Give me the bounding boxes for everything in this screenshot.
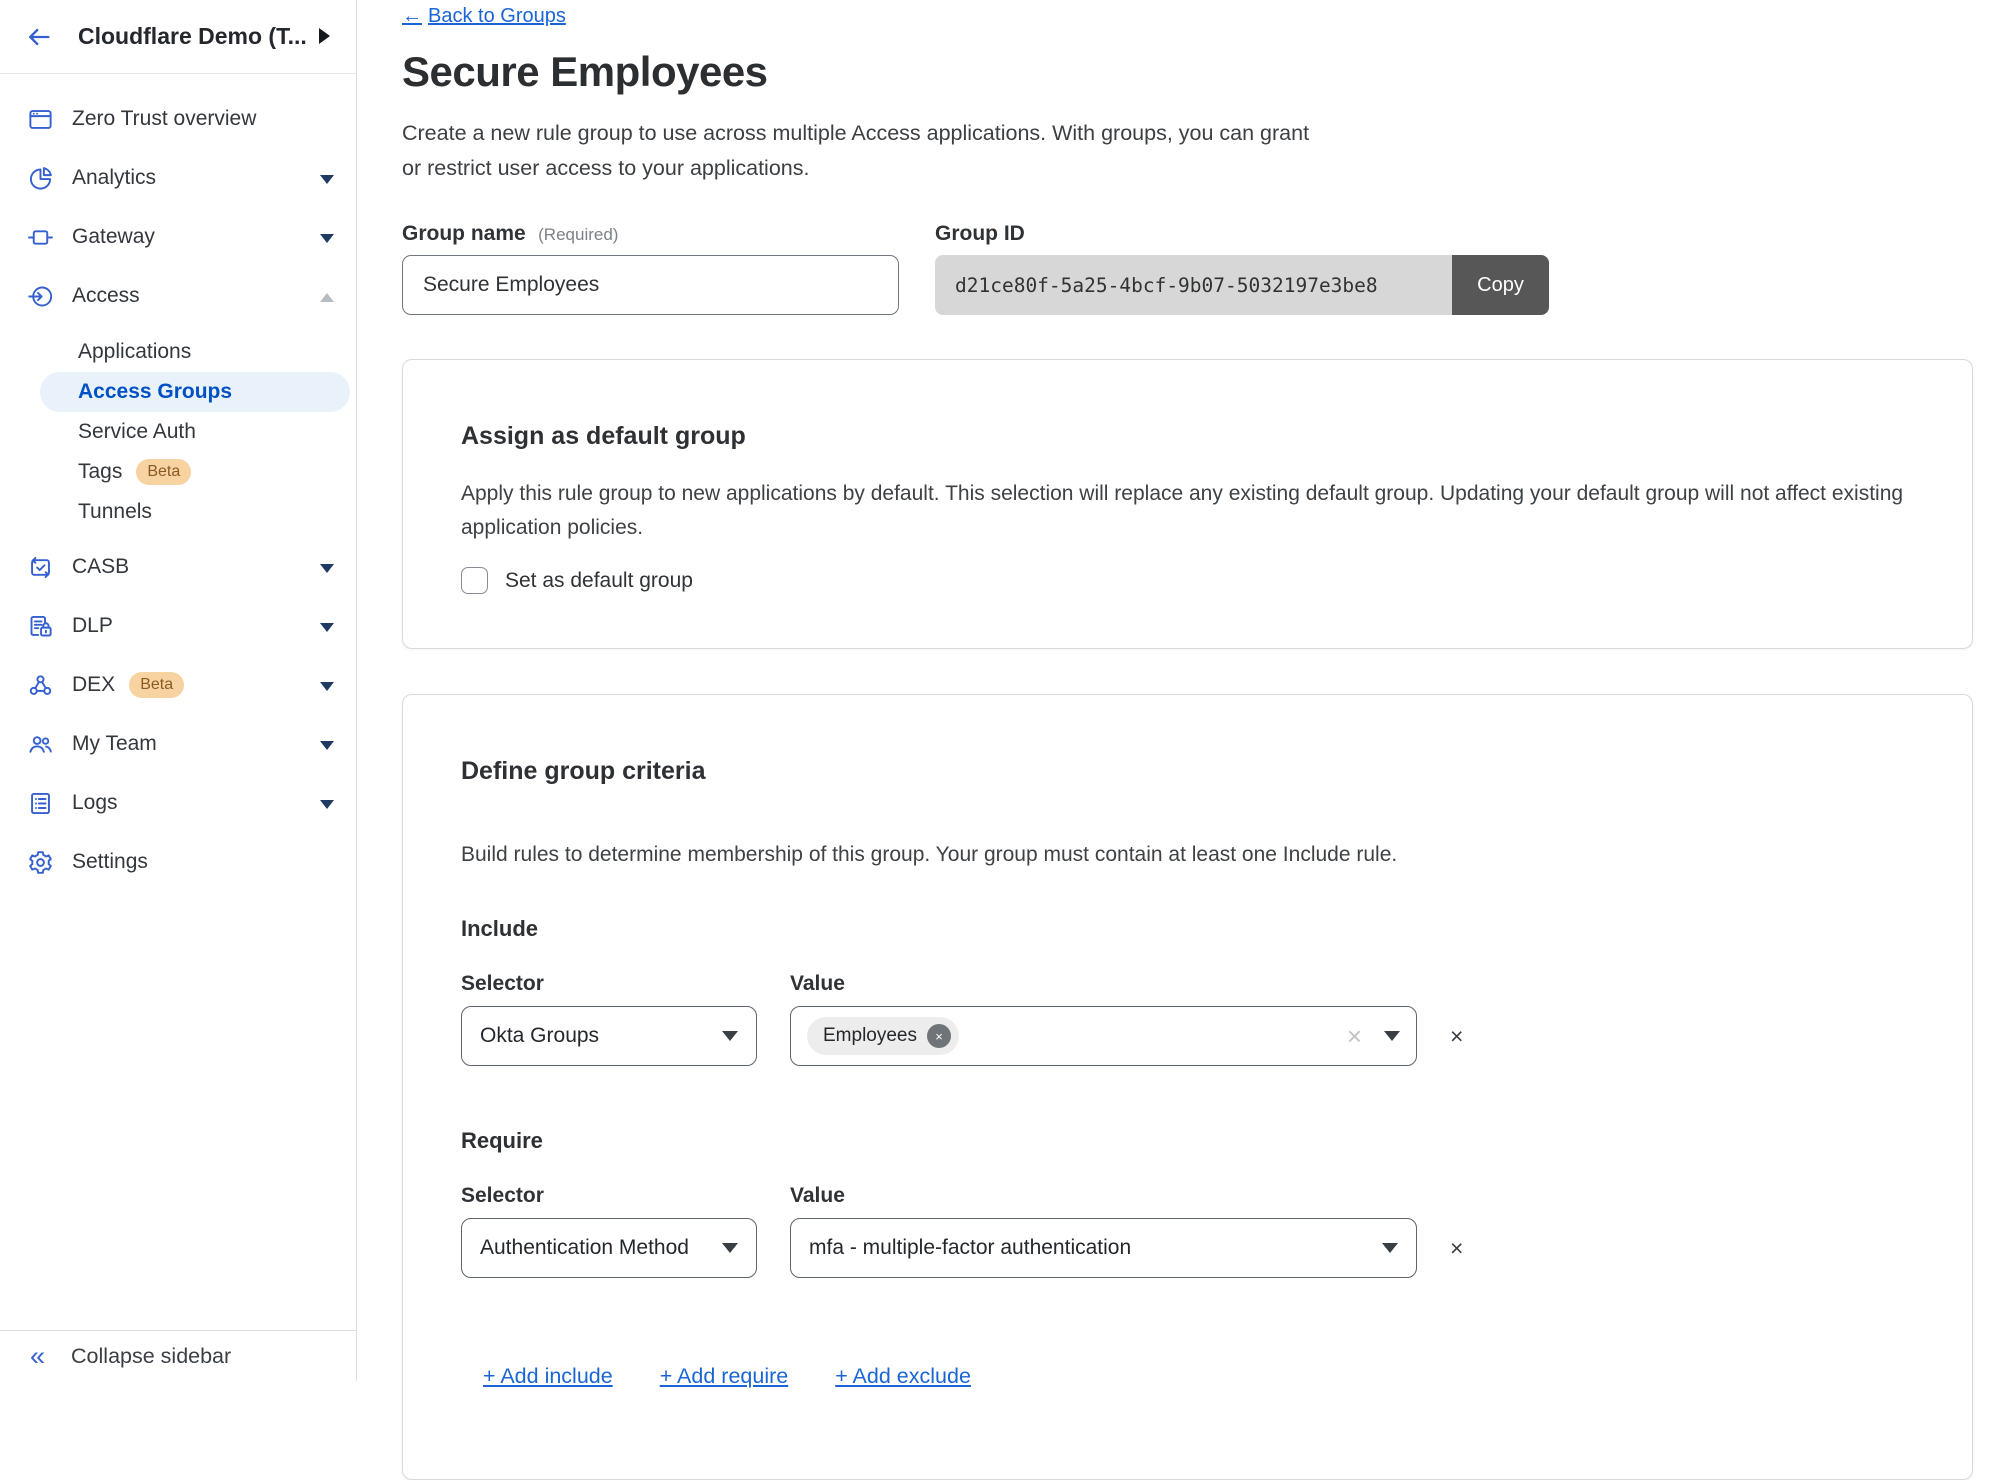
card-description: Build rules to determine membership of t… [461, 838, 1914, 872]
value-chip: Employees × [807, 1017, 959, 1055]
assign-default-group-card: Assign as default group Apply this rule … [402, 359, 1973, 649]
back-to-groups-link[interactable]: ← Back to Groups [402, 5, 566, 28]
chevron-down-icon[interactable] [320, 682, 334, 691]
gear-icon [26, 848, 54, 876]
add-include-link[interactable]: + Add include [483, 1364, 613, 1389]
sidebar-nav: Zero Trust overview Analytics Gateway Ac… [0, 74, 356, 885]
sidebar-item-casb[interactable]: CASB [0, 544, 356, 590]
copy-button[interactable]: Copy [1452, 255, 1549, 315]
delete-require-rule-icon[interactable]: × [1450, 1235, 1463, 1262]
sidebar-item-gateway[interactable]: Gateway [0, 214, 356, 260]
group-form-row: Group name (Required) Group ID d21ce80f-… [402, 222, 1999, 315]
sidebar-item-logs[interactable]: Logs [0, 780, 356, 826]
sidebar: Cloudflare Demo (T... Zero Trust overvie… [0, 0, 357, 1381]
overview-window-icon [26, 105, 54, 133]
include-value-multiselect[interactable]: Employees × × [790, 1006, 1417, 1066]
require-value-dropdown[interactable]: mfa - multiple-factor authentication [790, 1218, 1417, 1278]
chevron-down-icon[interactable] [320, 175, 334, 184]
require-label-row: Selector Value [461, 1184, 1914, 1208]
sidebar-item-settings[interactable]: Settings [0, 839, 356, 885]
dlp-document-lock-icon [26, 612, 54, 640]
chevron-down-icon[interactable] [320, 741, 334, 750]
include-rule-row: Okta Groups Employees × × × [461, 1006, 1914, 1066]
require-selector-dropdown[interactable]: Authentication Method [461, 1218, 757, 1278]
main-content: ← Back to Groups Secure Employees Create… [357, 0, 1999, 1381]
sidebar-item-access[interactable]: Access [0, 273, 356, 319]
checkbox[interactable] [461, 567, 488, 594]
group-id-label: Group ID [935, 222, 1549, 246]
group-name-label: Group name [402, 222, 526, 245]
add-rule-links: + Add include + Add require + Add exclud… [483, 1364, 1914, 1389]
require-rule-row: Authentication Method mfa - multiple-fac… [461, 1218, 1914, 1278]
include-selector-dropdown[interactable]: Okta Groups [461, 1006, 757, 1066]
group-name-input[interactable] [402, 255, 899, 315]
people-icon [26, 730, 54, 758]
sidebar-item-service-auth[interactable]: Service Auth [0, 412, 356, 452]
logs-list-icon [26, 789, 54, 817]
required-hint: (Required) [538, 225, 618, 244]
back-arrow-icon: ← [402, 5, 422, 28]
analytics-pie-icon [26, 164, 54, 192]
card-title: Assign as default group [461, 422, 1914, 451]
access-icon [26, 282, 54, 310]
group-id-value: d21ce80f-5a25-4bcf-9b07-5032197e3be8 [935, 255, 1452, 315]
chevron-down-icon [1382, 1243, 1398, 1253]
define-group-criteria-card: Define group criteria Build rules to det… [402, 694, 1973, 1480]
chevron-down-icon[interactable] [1384, 1031, 1400, 1041]
sidebar-item-access-groups[interactable]: Access Groups [40, 372, 350, 412]
beta-badge: Beta [129, 672, 184, 698]
access-submenu: Applications Access Groups Service Auth … [0, 332, 356, 532]
clear-value-icon[interactable]: × [1347, 1023, 1362, 1049]
selector-label: Selector [461, 972, 757, 996]
value-label: Value [790, 972, 1417, 996]
value-label: Value [790, 1184, 1417, 1208]
card-title: Define group criteria [461, 757, 1914, 786]
casb-icon [26, 553, 54, 581]
chevron-down-icon[interactable] [320, 800, 334, 809]
gateway-icon [26, 223, 54, 251]
selector-label: Selector [461, 1184, 757, 1208]
group-name-column: Group name (Required) [402, 222, 899, 315]
require-section-heading: Require [461, 1128, 1914, 1154]
collapse-sidebar-button[interactable]: « Collapse sidebar [0, 1330, 356, 1381]
checkbox-label: Set as default group [505, 569, 693, 593]
delete-include-rule-icon[interactable]: × [1450, 1023, 1463, 1050]
include-section-heading: Include [461, 916, 1914, 942]
group-id-column: Group ID d21ce80f-5a25-4bcf-9b07-5032197… [935, 222, 1549, 315]
chevron-down-icon [722, 1243, 738, 1253]
page-description: Create a new rule group to use across mu… [402, 116, 1999, 186]
card-description: Apply this rule group to new application… [461, 477, 1914, 545]
set-default-group-checkbox-row[interactable]: Set as default group [461, 567, 1914, 594]
beta-badge: Beta [136, 459, 191, 485]
include-label-row: Selector Value [461, 972, 1914, 996]
back-arrow-icon[interactable] [24, 22, 54, 52]
remove-chip-icon[interactable]: × [927, 1024, 951, 1048]
sidebar-item-applications[interactable]: Applications [0, 332, 356, 372]
sidebar-item-dlp[interactable]: DLP [0, 603, 356, 649]
sidebar-item-dex[interactable]: DEX Beta [0, 662, 356, 708]
add-require-link[interactable]: + Add require [660, 1364, 789, 1389]
expand-caret-icon[interactable] [319, 28, 330, 44]
add-exclude-link[interactable]: + Add exclude [835, 1364, 971, 1389]
page-title: Secure Employees [402, 48, 1999, 96]
dex-network-icon [26, 671, 54, 699]
sidebar-item-tags[interactable]: Tags Beta [0, 452, 356, 492]
chevron-down-icon[interactable] [320, 564, 334, 573]
chevron-down-icon [722, 1031, 738, 1041]
chevron-up-icon[interactable] [320, 293, 334, 302]
sidebar-item-analytics[interactable]: Analytics [0, 155, 356, 201]
sidebar-item-zero-trust-overview[interactable]: Zero Trust overview [0, 96, 356, 142]
chevron-down-icon[interactable] [320, 623, 334, 632]
sidebar-item-my-team[interactable]: My Team [0, 721, 356, 767]
account-name: Cloudflare Demo (T... [78, 23, 340, 50]
collapse-chevrons-icon: « [30, 1346, 45, 1366]
sidebar-item-tunnels[interactable]: Tunnels [0, 492, 356, 532]
sidebar-account-header[interactable]: Cloudflare Demo (T... [0, 0, 356, 74]
chevron-down-icon[interactable] [320, 234, 334, 243]
